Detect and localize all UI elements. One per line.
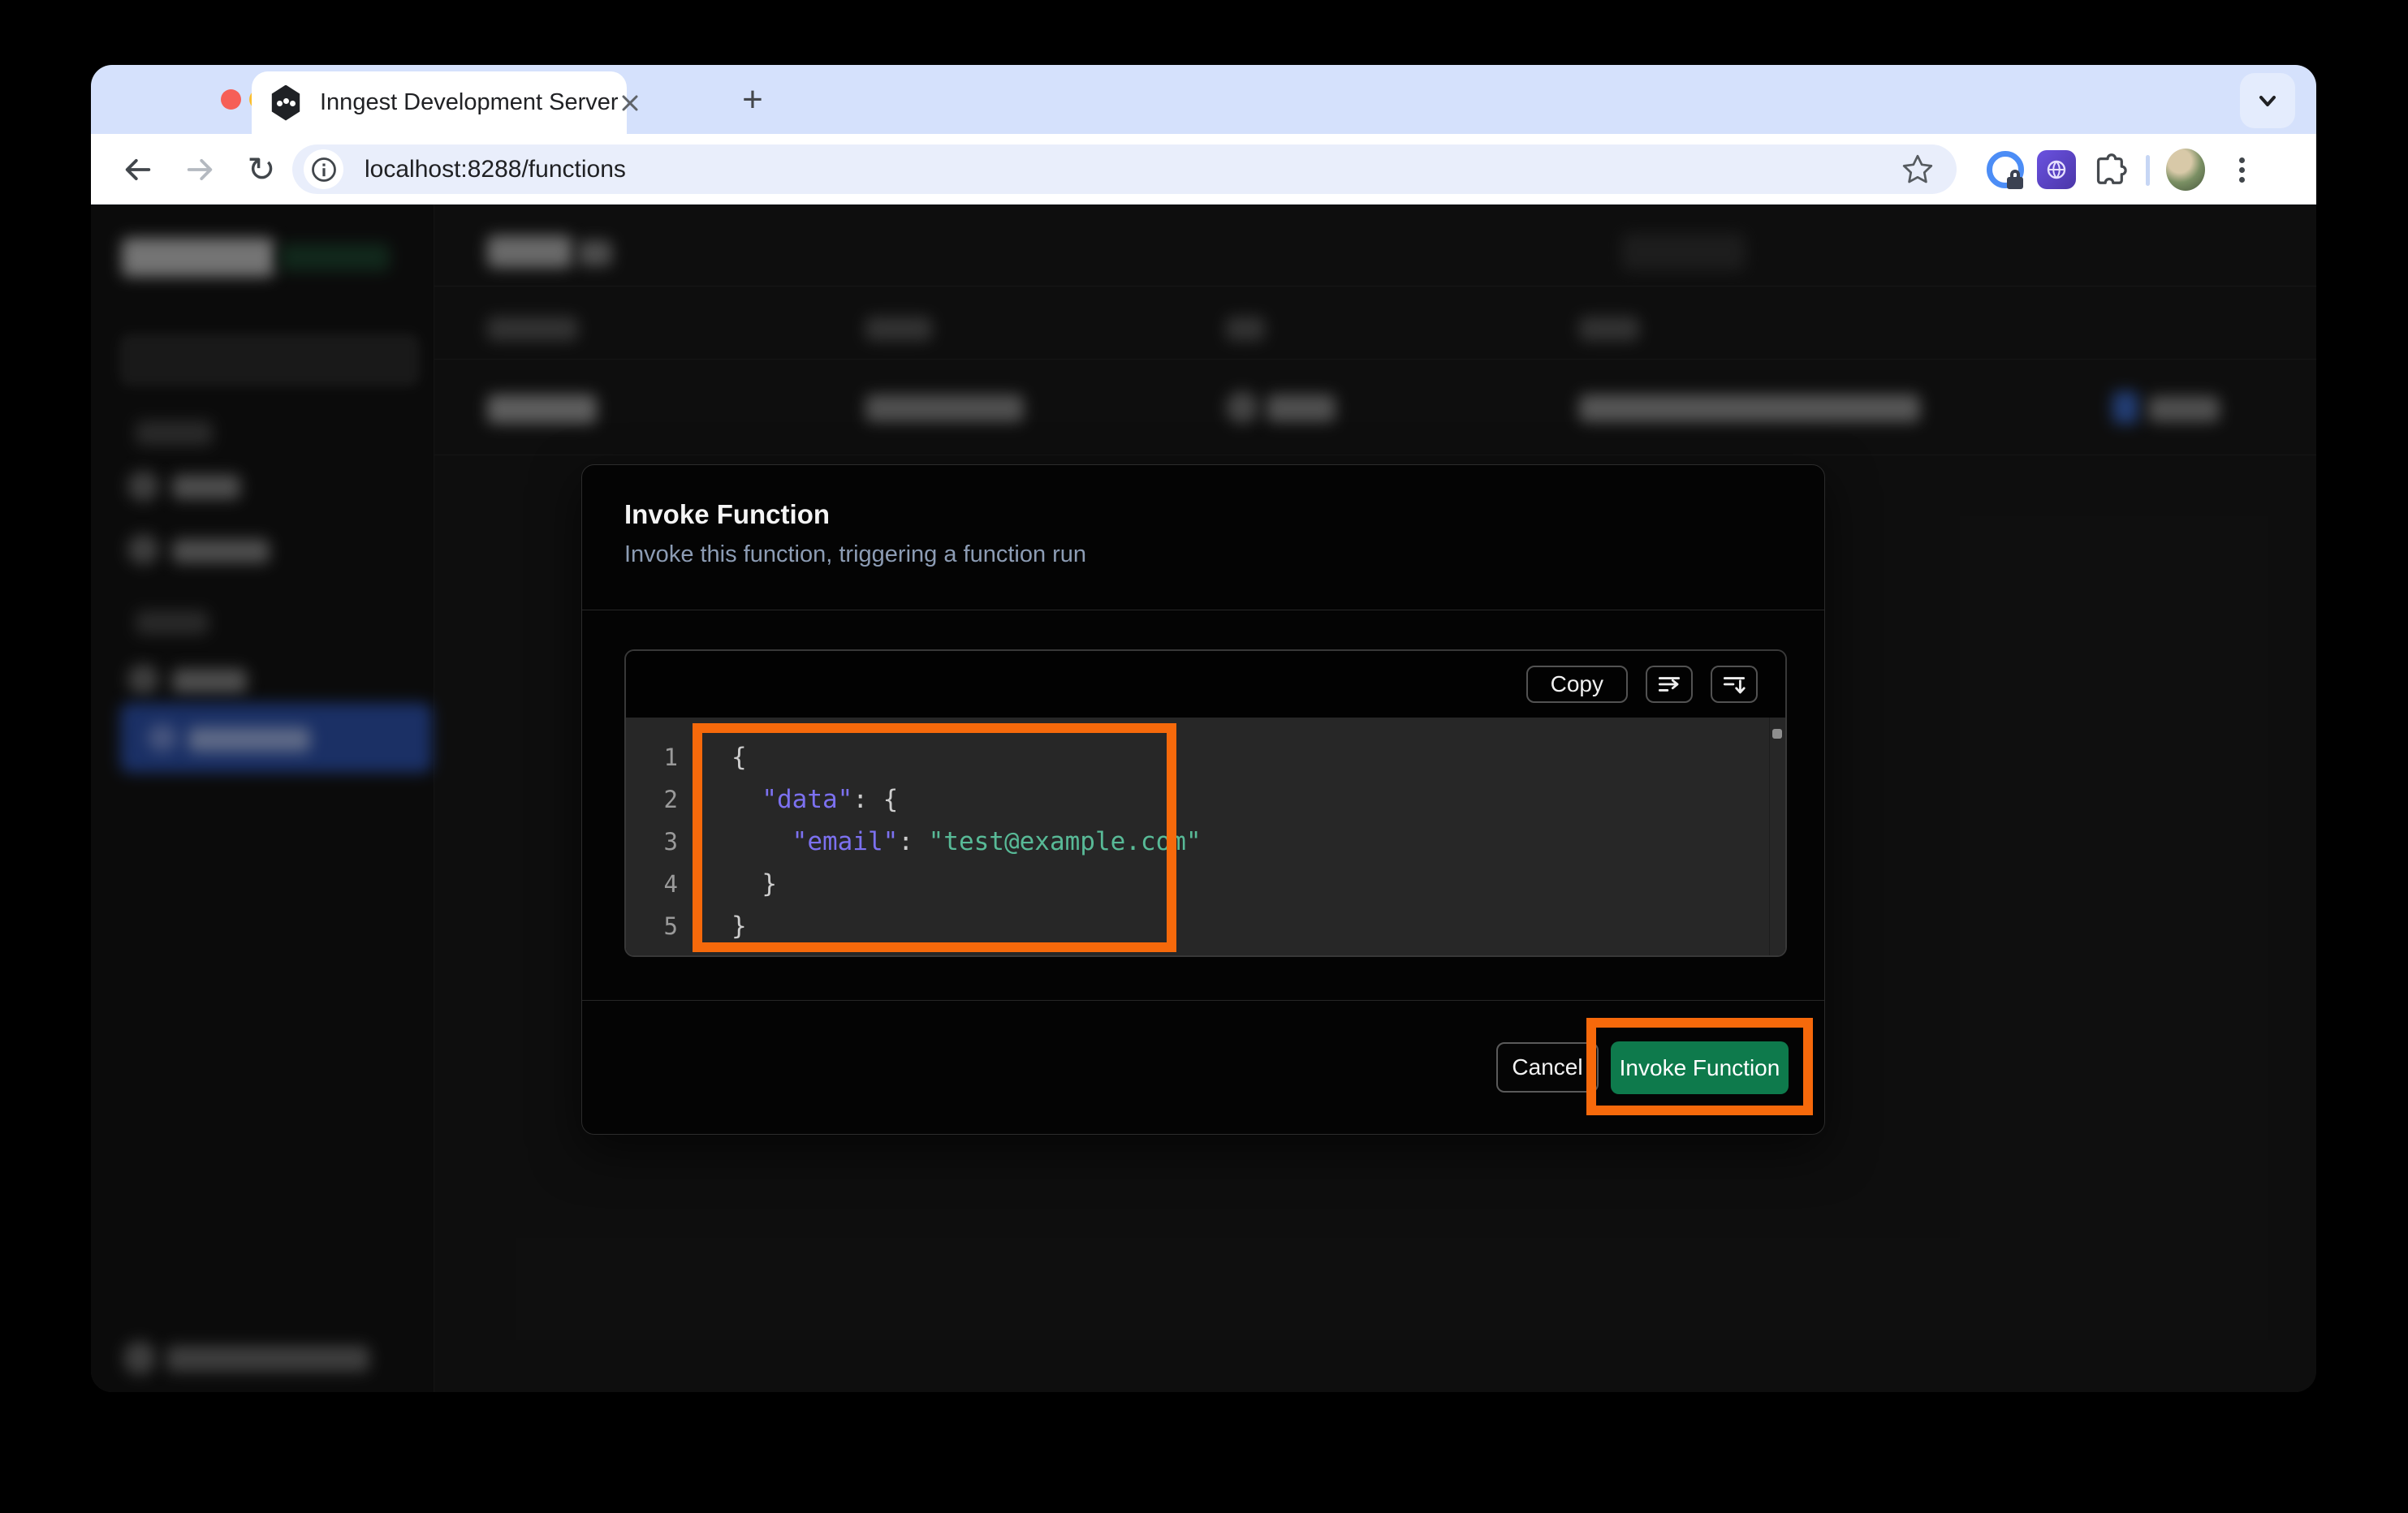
- tab-search-chevron-button[interactable]: [2240, 73, 2295, 128]
- tab-title: Inngest Development Server: [320, 89, 619, 115]
- invoke-function-modal: Invoke Function Invoke this function, tr…: [581, 464, 1825, 1135]
- address-bar[interactable]: localhost:8288/functions: [292, 144, 1957, 194]
- back-button[interactable]: [115, 147, 161, 192]
- code-lines: { "data": { "email": "test@example.com" …: [731, 743, 1202, 941]
- password-manager-icon: [1987, 151, 2024, 189]
- site-info-button[interactable]: [304, 149, 343, 189]
- browser-tab[interactable]: Inngest Development Server: [252, 71, 638, 134]
- page-content: Invoke Function Invoke this function, tr…: [91, 205, 2316, 1392]
- editor-scrollbar-thumb[interactable]: [1772, 729, 1782, 739]
- new-tab-button[interactable]: +: [731, 78, 775, 122]
- expand-down-icon: [1723, 677, 1746, 694]
- extensions-button[interactable]: [2089, 150, 2128, 189]
- modal-title: Invoke Function: [624, 499, 831, 529]
- puzzle-icon: [2096, 153, 2127, 184]
- traffic-light-close[interactable]: [221, 89, 241, 110]
- tab-strip: Inngest Development Server +: [91, 65, 2316, 134]
- star-icon: [1902, 154, 1933, 183]
- purple-extension-button[interactable]: [2037, 150, 2076, 189]
- word-wrap-icon: [1658, 677, 1681, 692]
- three-dot-menu-icon: [2238, 153, 2245, 187]
- modal-footer-divider: [582, 1000, 1824, 1001]
- invoke-function-button[interactable]: Invoke Function: [1611, 1041, 1789, 1094]
- forward-button[interactable]: [177, 147, 222, 192]
- editor-toolbar: Copy: [626, 651, 1785, 718]
- expand-editor-button[interactable]: [1711, 666, 1758, 703]
- url-text[interactable]: localhost:8288/functions: [365, 156, 1900, 183]
- reload-icon: ↻: [247, 150, 276, 188]
- toolbar-separator: [2146, 155, 2150, 186]
- copy-button[interactable]: Copy: [1525, 666, 1628, 703]
- code-gutter: 12345: [663, 744, 678, 940]
- password-manager-extension-button[interactable]: [1986, 150, 2025, 189]
- browser-window: Inngest Development Server + ↻ localhost…: [91, 65, 2316, 1392]
- info-icon: [311, 157, 336, 182]
- chevron-down-icon: [2259, 96, 2276, 106]
- bookmark-button[interactable]: [1900, 152, 1935, 188]
- avatar: [2166, 149, 2205, 191]
- tab-close-icon[interactable]: [619, 92, 641, 114]
- word-wrap-button[interactable]: [1646, 666, 1693, 703]
- browser-toolbar: ↻ localhost:8288/functions: [91, 134, 2316, 205]
- browser-menu-button[interactable]: [2222, 150, 2261, 189]
- json-editor[interactable]: 12345 { "data": { "email": "test@example…: [626, 718, 1785, 955]
- modal-subtitle: Invoke this function, triggering a funct…: [624, 541, 1087, 567]
- profile-avatar[interactable]: [2166, 149, 2205, 191]
- inngest-favicon-icon: [271, 84, 300, 121]
- purple-extension-icon: [2037, 150, 2076, 189]
- editor-scrollbar[interactable]: [1769, 718, 1785, 955]
- cancel-button[interactable]: Cancel: [1496, 1042, 1599, 1093]
- payload-editor-card: Copy 12345 {"data": {"email": "test@ex…: [624, 649, 1787, 957]
- reload-button[interactable]: ↻: [239, 147, 284, 192]
